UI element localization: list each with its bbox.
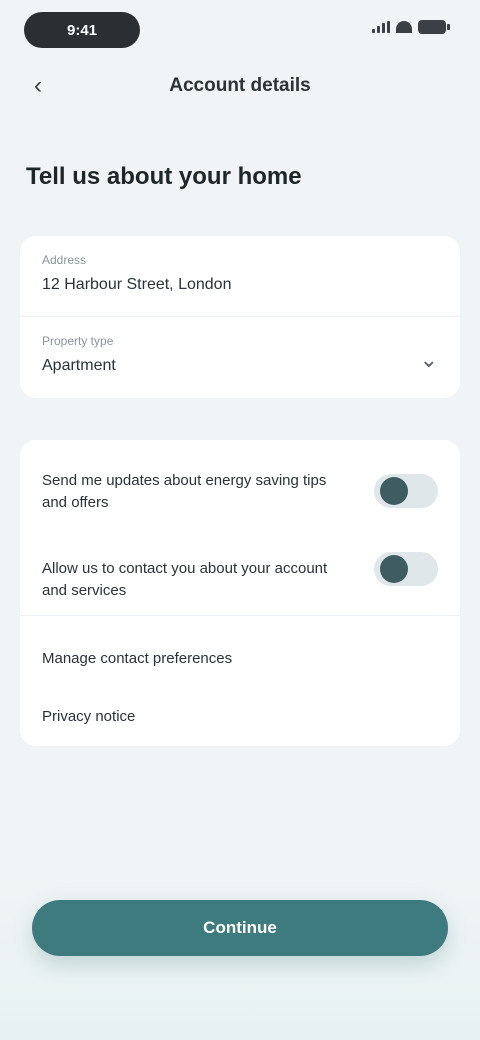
details-card: Address 12 Harbour Street, London Proper… [20, 236, 460, 398]
chevron-down-icon: ⌄ [419, 347, 438, 372]
signal-icon [372, 21, 390, 33]
continue-button[interactable]: Continue [32, 900, 448, 956]
toggle-knob [380, 555, 408, 583]
toggle-contact-label: Allow us to contact you about your accou… [42, 560, 328, 599]
contact-preferences-link[interactable]: Manage contact preferences [42, 648, 232, 670]
property-type-label: Property type [42, 334, 114, 348]
toggle-knob [380, 477, 408, 505]
header-title: Account details [169, 75, 311, 96]
privacy-notice-link[interactable]: Privacy notice [42, 706, 135, 728]
address-field[interactable]: Address 12 Harbour Street, London [20, 236, 460, 317]
address-label: Address [42, 253, 87, 267]
wifi-icon [396, 21, 412, 33]
toggle-contact[interactable] [374, 552, 438, 586]
address-value: 12 Harbour Street, London [42, 276, 232, 293]
top-bar: ‹ Account details [0, 60, 480, 112]
status-time: 9:41 [24, 12, 140, 48]
toggle-row-contact: Allow us to contact you about your accou… [20, 552, 460, 616]
property-type-value: Apartment [42, 357, 116, 374]
toggle-updates[interactable] [374, 474, 438, 508]
status-bar: 9:41 [0, 0, 480, 60]
battery-icon [418, 20, 450, 34]
property-type-select[interactable]: Property type Apartment ⌄ [20, 317, 460, 398]
screen: 9:41 ‹ Account details Tell us about you… [0, 0, 480, 1040]
status-icons [372, 20, 450, 34]
preferences-card: Send me updates about energy saving tips… [20, 440, 460, 746]
toggle-updates-label: Send me updates about energy saving tips… [42, 472, 327, 511]
page-title: Tell us about your home [26, 163, 302, 190]
toggle-row-updates: Send me updates about energy saving tips… [20, 464, 460, 528]
